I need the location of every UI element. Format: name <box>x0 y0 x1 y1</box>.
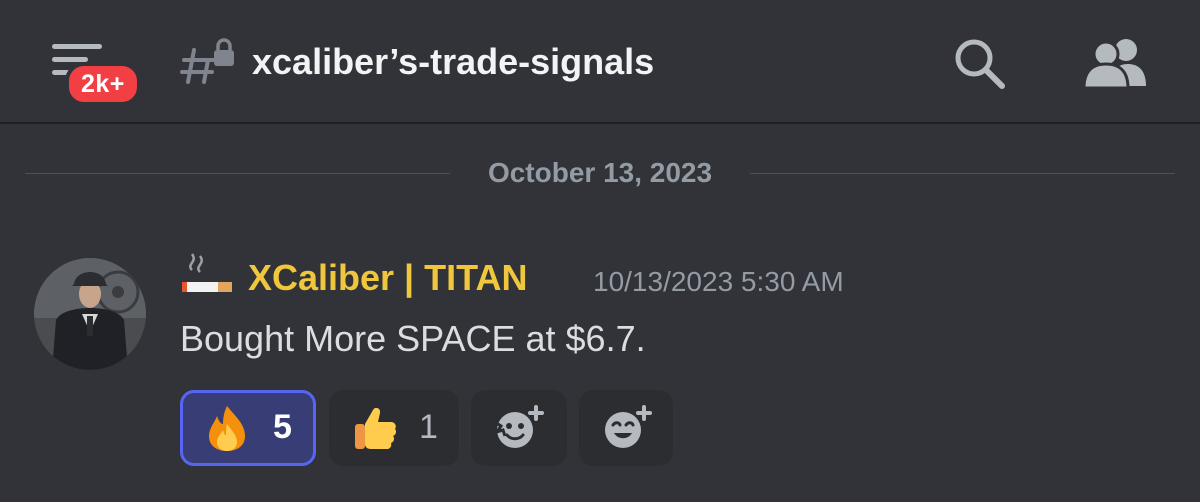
search-button[interactable] <box>950 34 1010 94</box>
members-icon <box>1082 39 1146 90</box>
add-reaction-icon <box>605 405 652 448</box>
reaction-thumbs-up[interactable]: 1 <box>329 390 459 466</box>
locked-text-channel-icon <box>180 38 234 84</box>
author-avatar[interactable] <box>34 258 146 370</box>
search-icon <box>955 39 1005 89</box>
divider-date: October 13, 2023 <box>487 157 713 188</box>
channel-name[interactable]: xcaliber’s-trade-signals <box>252 38 654 86</box>
menu-button[interactable]: 2k+ <box>40 30 150 106</box>
divider-line-right <box>750 173 1175 174</box>
fire-emoji <box>209 406 245 451</box>
reaction-count: 5 <box>273 408 292 446</box>
add-super-reaction-button[interactable] <box>471 390 567 466</box>
message-timestamp: 10/13/2023 5:30 AM <box>593 266 844 297</box>
cigarette-emoji <box>182 253 232 292</box>
divider-line-left <box>25 173 450 174</box>
author-name[interactable]: XCaliber | TITAN <box>248 256 527 300</box>
discord-app: 2k+ xcaliber’s-trade-signals October 13,… <box>0 0 1200 502</box>
unread-badge: 2k+ <box>65 62 141 106</box>
reaction-count: 1 <box>419 408 438 446</box>
thumbs-up-emoji <box>355 407 397 449</box>
members-button[interactable] <box>1080 34 1150 94</box>
add-super-reaction-icon <box>493 405 544 448</box>
add-reaction-button[interactable] <box>579 390 673 466</box>
channel-header: 2k+ xcaliber’s-trade-signals <box>0 0 1200 124</box>
reaction-fire[interactable]: 5 <box>180 390 316 466</box>
message-content: Bought More SPACE at $6.7. <box>180 318 646 359</box>
date-divider: October 13, 2023 <box>25 150 1175 196</box>
